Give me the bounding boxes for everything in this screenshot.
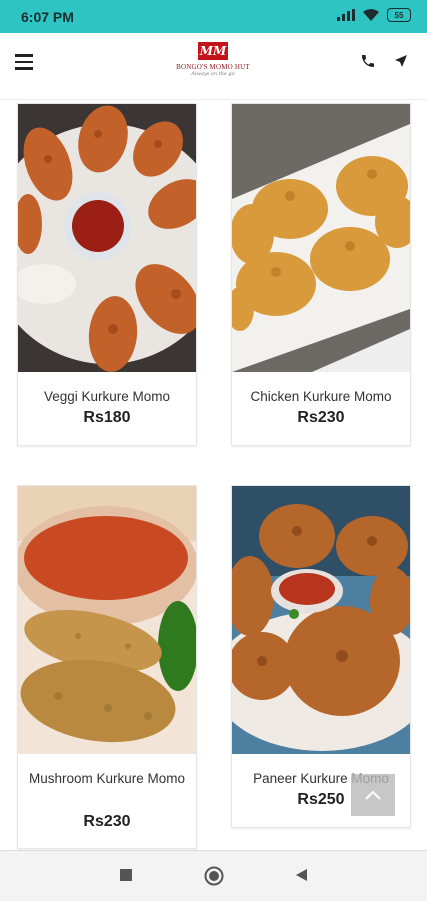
- brand-logo[interactable]: MM BONGO'S MOMO HUT Always on the go: [161, 42, 265, 86]
- app-header: MM BONGO'S MOMO HUT Always on the go: [0, 33, 427, 100]
- chevron-up-icon: [365, 790, 381, 800]
- product-card[interactable]: Mushroom Kurkure Momo Rs230: [17, 485, 197, 849]
- logo-mark: MM: [198, 42, 228, 60]
- phone-icon[interactable]: [360, 53, 376, 69]
- hamburger-menu-icon[interactable]: [15, 54, 33, 70]
- navigation-arrow-icon[interactable]: [393, 53, 409, 69]
- product-image[interactable]: [232, 104, 410, 372]
- system-nav-bar: [0, 850, 427, 901]
- product-name: Chicken Kurkure Momo: [250, 389, 392, 404]
- product-image[interactable]: [18, 486, 196, 754]
- status-time: 6:07 PM: [21, 9, 74, 25]
- status-bar: 6:07 PM 55: [0, 0, 427, 33]
- product-card[interactable]: Veggi Kurkure Momo Rs180: [17, 103, 197, 446]
- status-icons: 55: [337, 8, 411, 22]
- product-image[interactable]: [18, 104, 196, 372]
- battery-icon: 55: [387, 8, 411, 22]
- square-icon[interactable]: [119, 868, 133, 882]
- product-price: Rs180: [83, 409, 131, 426]
- battery-level: 55: [394, 10, 404, 20]
- triangle-back-icon[interactable]: [295, 868, 308, 882]
- circle-icon[interactable]: [204, 866, 224, 886]
- signal-icon: [337, 9, 355, 21]
- product-card[interactable]: Chicken Kurkure Momo Rs230: [231, 103, 411, 446]
- product-name: Veggi Kurkure Momo: [43, 389, 171, 404]
- product-price: Rs230: [83, 813, 131, 830]
- product-image[interactable]: [232, 486, 410, 754]
- scroll-top-button[interactable]: [351, 774, 395, 816]
- logo-tagline: Always on the go: [191, 71, 235, 77]
- logo-name: BONGO'S MOMO HUT: [176, 63, 250, 71]
- product-price: Rs230: [297, 409, 345, 426]
- wifi-icon: [363, 9, 379, 21]
- product-name: Mushroom Kurkure Momo: [28, 771, 186, 786]
